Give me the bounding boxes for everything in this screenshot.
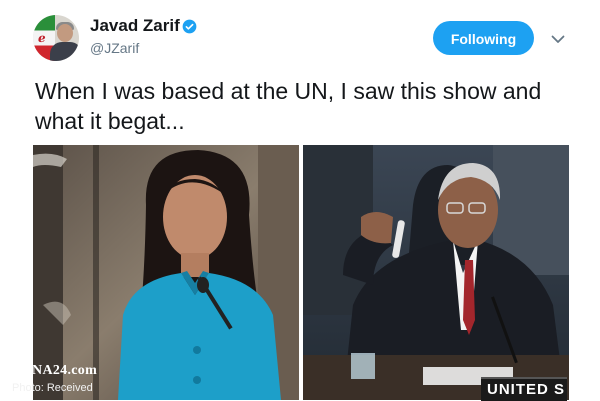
tweet-photo-right[interactable]: [303, 145, 569, 400]
tweet-card: ℯ Javad Zarif @JZarif Following When I w…: [0, 0, 600, 401]
nameplate-text: UNITED S: [487, 381, 566, 398]
watermark-brand: ABNA24.com: [12, 363, 98, 378]
avatar-body: [50, 42, 79, 61]
user-handle[interactable]: @JZarif: [90, 40, 139, 56]
avatar-face: [57, 24, 73, 42]
tweet-text: When I was based at the UN, I saw this s…: [35, 78, 542, 134]
tweet-photo-left[interactable]: [33, 145, 299, 400]
emblem-icon: ℯ: [38, 31, 46, 45]
photo-scene-right: [303, 145, 569, 400]
chevron-down-icon[interactable]: [550, 31, 566, 47]
photo-scene-left: [33, 145, 299, 400]
watermark-credit: Photo: Received: [12, 382, 93, 394]
following-button[interactable]: Following: [433, 21, 534, 55]
avatar[interactable]: ℯ: [33, 15, 79, 61]
display-name[interactable]: Javad Zarif: [90, 16, 180, 36]
verified-badge-icon: [182, 19, 197, 34]
un-nameplate: UNITED S: [481, 377, 567, 401]
